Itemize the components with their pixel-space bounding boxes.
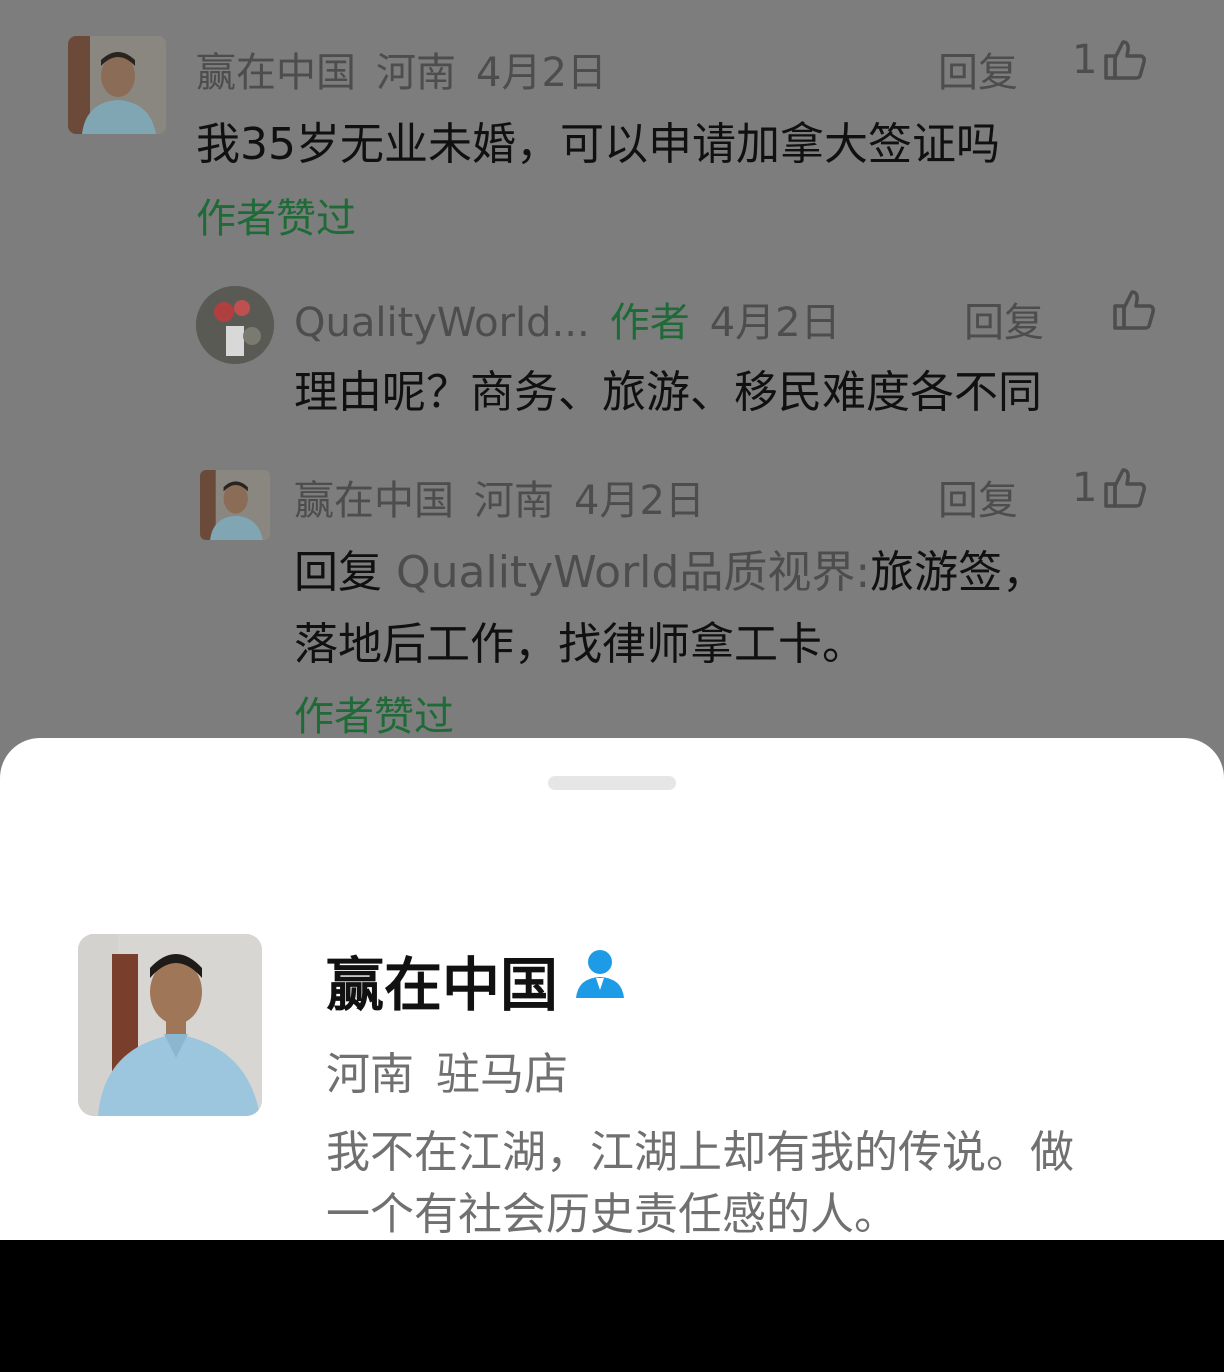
- comment-username[interactable]: 赢在中国: [196, 50, 356, 96]
- reply-prefix: 回复: [294, 547, 382, 598]
- comment-location: 河南: [376, 50, 456, 96]
- author-liked-label: 作者赞过: [294, 694, 454, 740]
- bottom-bar: [0, 1240, 1224, 1372]
- thumbs-up-icon: [1104, 468, 1147, 508]
- mention-link[interactable]: QualityWorld品质视界:: [396, 547, 870, 598]
- avatar[interactable]: [68, 36, 166, 134]
- author-badge: 作者: [609, 300, 690, 346]
- profile-location: 河南 驻马店: [326, 1038, 590, 1102]
- profile-province: 河南: [326, 1049, 414, 1100]
- profile-bio: 我不在江湖，江湖上却有我的传说。做 一个有社会历史责任感的人。: [326, 1122, 1146, 1240]
- drag-handle[interactable]: [548, 776, 676, 790]
- reply-button[interactable]: 回复: [938, 40, 1018, 98]
- reply-text-line1: 旅游签，: [870, 547, 1047, 598]
- avatar[interactable]: [200, 470, 270, 540]
- reply-text-line2: 落地后工作，找律师拿工卡。: [294, 619, 866, 670]
- user-verified-icon[interactable]: [572, 948, 628, 1000]
- comment-text: 我35岁无业未婚，可以申请加拿大签证吗: [196, 119, 1000, 170]
- comment-list: 赢在中国 河南 4月2日 回复 1 我35岁无业未婚，可以申请加拿大签证吗 作者赞过…: [0, 0, 1224, 760]
- reply-username[interactable]: 赢在中国: [294, 478, 454, 524]
- profile-bio-line1: 我不在江湖，江湖上却有我的传说。做: [326, 1127, 1074, 1178]
- comment-date: 4月2日: [476, 50, 607, 96]
- reply-button[interactable]: 回复: [964, 290, 1044, 348]
- reply-text: 理由呢？商务、旅游、移民难度各不同: [294, 367, 1042, 418]
- profile-avatar[interactable]: [78, 934, 262, 1116]
- reply-button[interactable]: 回复: [938, 468, 1018, 526]
- reply-date: 4月2日: [709, 300, 841, 346]
- like-count: 1: [1072, 37, 1098, 83]
- reply-text: 回复 QualityWorld品质视界:旅游签，: [294, 536, 1046, 600]
- reply-date: 4月2日: [574, 478, 705, 524]
- like-button[interactable]: 1: [1072, 36, 1149, 84]
- author-liked-label: 作者赞过: [196, 196, 356, 242]
- like-count: 1: [1072, 465, 1098, 511]
- profile-bio-line2: 一个有社会历史责任感的人。: [326, 1189, 898, 1240]
- like-button[interactable]: [1106, 286, 1158, 334]
- screen: 赢在中国 河南 4月2日 回复 1 我35岁无业未婚，可以申请加拿大签证吗 作者赞过…: [0, 0, 1224, 1240]
- profile-name: 赢在中国: [326, 951, 559, 1019]
- like-button[interactable]: 1: [1072, 464, 1149, 512]
- profile-sheet: 赢在中国 河南 驻马店 我不在江湖，江湖上却有我的传说。做 一个有社会历史责任感的…: [0, 738, 1224, 1240]
- thumbs-up-icon: [1104, 40, 1147, 80]
- reply-meta: 赢在中国 河南 4月2日: [294, 468, 725, 526]
- reply-meta: QualityWorld... 作者 4月2日: [294, 290, 861, 348]
- thumbs-up-icon: [1113, 290, 1155, 330]
- reply-username[interactable]: QualityWorld...: [294, 300, 590, 346]
- comment-meta: 赢在中国 河南 4月2日: [196, 40, 627, 98]
- profile-city: 驻马店: [436, 1049, 568, 1100]
- avatar[interactable]: [196, 286, 274, 364]
- reply-location: 河南: [474, 478, 554, 524]
